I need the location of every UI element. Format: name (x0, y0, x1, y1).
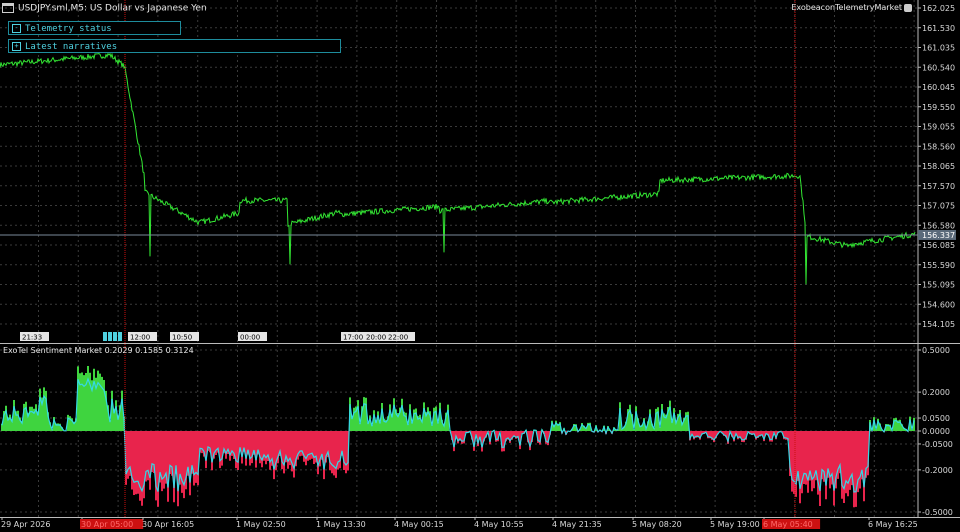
chart-title: USDJPY.sml,M5: US Dollar vs Japanese Yen (2, 3, 207, 15)
price-tick-label: 159.055 (922, 123, 955, 132)
price-tick-label: 162.025 (922, 4, 955, 13)
event-flag-icon (113, 332, 117, 341)
event-flag-icon (108, 332, 112, 341)
price-tick-label: 159.550 (922, 103, 955, 112)
price-tick-label: 157.075 (922, 202, 955, 211)
price-tick-label: 155.095 (922, 281, 955, 290)
indicator-tick-label: -0.5000 (922, 508, 953, 517)
price-tick-label: 158.065 (922, 162, 955, 171)
price-tick-label: 157.570 (922, 182, 955, 191)
event-tag-label: 20:00 (366, 334, 386, 342)
collapse-icon: - (12, 24, 21, 33)
price-tick-label: 160.045 (922, 83, 955, 92)
price-tick-label: 155.590 (922, 261, 955, 270)
event-flag-icon (103, 332, 107, 341)
event-tag-label: 22:00 (388, 334, 408, 342)
price-tick-label: 154.600 (922, 300, 955, 309)
price-tick-label: 161.035 (922, 44, 955, 53)
indicator-tick-label: 0.5000 (922, 346, 950, 355)
sentiment-histogram (1, 366, 915, 508)
time-tick-label: 29 Apr 2026 (1, 520, 50, 529)
latest-narratives-label: Latest narratives (25, 42, 118, 52)
ea-name: ExobeaconTelemetryMarket (791, 3, 902, 12)
ea-status-icon (904, 3, 912, 12)
time-tick-label: 4 May 21:35 (552, 520, 602, 529)
indicator-tick-label: -0.2000 (922, 466, 953, 475)
price-tick-label: 154.105 (922, 320, 955, 329)
trading-chart[interactable]: 21:33 12:00 10:50 00:00 17:00 20:00 22:00 162.… (0, 0, 960, 532)
event-tag-label: 12:00 (130, 334, 150, 342)
event-flag-icon (118, 332, 122, 341)
current-price-value: 156.337 (922, 231, 955, 240)
time-tick-label: 4 May 10:55 (474, 520, 524, 529)
price-tick-label: 160.540 (922, 63, 955, 72)
time-tick-label: 6 May 05:40 (763, 520, 813, 529)
event-tag-label: 10:50 (172, 334, 192, 342)
indicator-label: ExoTel Sentiment Market 0.2029 0.1585 0.… (3, 346, 194, 355)
time-tick-label: 1 May 13:30 (316, 520, 366, 529)
price-tick-label: 158.560 (922, 142, 955, 151)
expand-icon: + (12, 42, 21, 51)
telemetry-status-panel[interactable]: - Telemetry status (8, 21, 181, 35)
indicator-tick-label: 0.0000 (922, 427, 950, 436)
time-tick-label: 30 Apr 16:05 (142, 520, 194, 529)
price-tick-label: 156.085 (922, 241, 955, 250)
time-tick-label: 4 May 00:15 (394, 520, 444, 529)
indicator-tick-label: 0.2000 (922, 388, 950, 397)
event-tag-label: 17:00 (343, 334, 363, 342)
event-tag-label: 21:33 (22, 334, 42, 342)
price-series-line (0, 52, 916, 285)
event-tag-label: 00:00 (240, 334, 260, 342)
price-line (0, 52, 916, 285)
indicator-tick-label: 0.0500 (922, 414, 950, 423)
time-tick-label: 6 May 16:25 (868, 520, 918, 529)
time-tick-label: 5 May 08:20 (632, 520, 682, 529)
time-tick-label: 5 May 19:00 (710, 520, 760, 529)
positive-sentiment-bars (1, 366, 915, 431)
expert-advisor-label[interactable]: ExobeaconTelemetryMarket (791, 3, 912, 12)
price-tick-label: 161.530 (922, 24, 955, 33)
telemetry-status-label: Telemetry status (25, 24, 112, 34)
time-tick-label: 1 May 02:50 (236, 520, 286, 529)
indicator-tick-label: -0.0500 (922, 440, 953, 449)
chart-window-icon (2, 3, 14, 13)
price-tick-label: 156.580 (922, 221, 955, 230)
time-tick-label: 30 Apr 05:00 (81, 520, 133, 529)
symbol-title: USDJPY.sml,M5: US Dollar vs Japanese Yen (18, 3, 207, 14)
latest-narratives-panel[interactable]: + Latest narratives (8, 39, 341, 53)
